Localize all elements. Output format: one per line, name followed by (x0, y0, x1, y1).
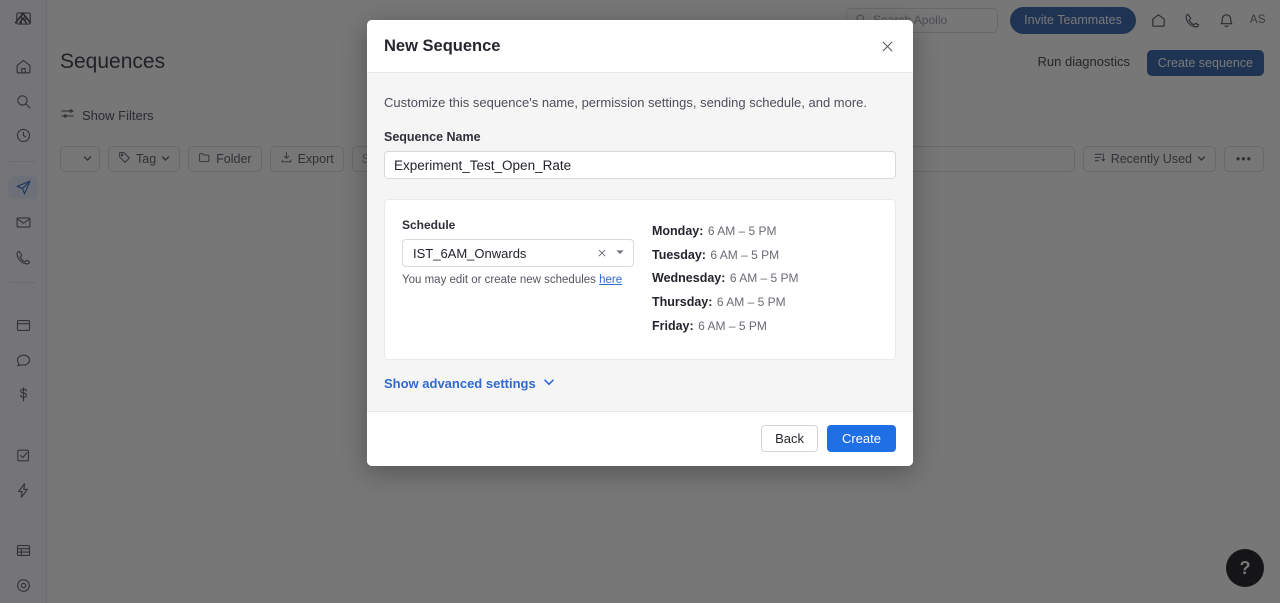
dialog-description: Customize this sequence's name, permissi… (384, 95, 868, 110)
dialog-footer: Back Create (367, 410, 913, 466)
dialog-title: New Sequence (384, 36, 501, 55)
day-name: Monday: (652, 224, 704, 238)
clear-x-icon[interactable] (597, 246, 607, 261)
day-name: Tuesday: (652, 247, 706, 262)
schedule-label: Schedule (402, 218, 456, 232)
day-name: Friday: (652, 318, 694, 333)
day-time: 6 AM – 5 PM (716, 295, 786, 310)
sequence-name-label: Sequence Name (384, 130, 481, 144)
day-time: 6 AM – 5 PM (729, 271, 799, 286)
schedule-days-list: Monday: 6 AM – 5 PM Tuesday: 6 AM – 5 PM… (652, 218, 799, 339)
day-time: 6 AM – 5 PM (710, 247, 780, 262)
schedule-selected-value: IST_6AM_Onwards (413, 245, 527, 261)
back-label: Back (775, 431, 804, 447)
show-advanced-settings-toggle[interactable]: Show advanced settings (384, 376, 896, 411)
schedule-day-row: Friday: 6 AM – 5 PM (652, 315, 799, 338)
day-name: Thursday: (652, 295, 713, 310)
schedule-hint-link[interactable]: here (599, 274, 622, 286)
app-root: Search Apollo Invite Teammates AS Sequen… (0, 0, 1280, 603)
schedule-day-row: Tuesday: 6 AM – 5 PM (652, 244, 799, 267)
schedule-hint: You may edit or create new schedules her… (402, 274, 634, 286)
advanced-settings-label: Show advanced settings (384, 375, 536, 391)
create-button[interactable]: Create (826, 425, 896, 453)
schedule-hint-prefix: You may edit or create new schedules (402, 274, 600, 286)
dialog-body: Customize this sequence's name, permissi… (367, 73, 913, 411)
day-time: 6 AM – 5 PM (698, 318, 767, 333)
dialog-header: New Sequence (367, 20, 913, 73)
schedule-selector-group: Schedule IST_6AM_Onwards You may edit or… (402, 218, 634, 339)
chevron-down-icon[interactable] (615, 247, 625, 259)
day-name: Wednesday: (652, 271, 726, 286)
schedule-card: Schedule IST_6AM_Onwards You may edit or… (384, 199, 896, 360)
chevron-down-icon (543, 376, 555, 391)
schedule-day-row: Monday: 6 AM – 5 PM (652, 220, 799, 243)
sequence-name-value: Experiment_Test_Open_Rate (394, 157, 572, 173)
schedule-select[interactable]: IST_6AM_Onwards (402, 239, 634, 267)
day-time: 6 AM – 5 PM (707, 224, 777, 238)
schedule-day-row: Wednesday: 6 AM – 5 PM (652, 267, 799, 290)
schedule-day-row: Thursday: 6 AM – 5 PM (652, 291, 799, 314)
new-sequence-dialog: New Sequence Customize this sequence's n… (367, 20, 913, 466)
sequence-name-input[interactable]: Experiment_Test_Open_Rate (384, 151, 896, 179)
close-icon[interactable] (880, 39, 895, 54)
create-label: Create (841, 431, 881, 447)
back-button[interactable]: Back (761, 425, 818, 453)
